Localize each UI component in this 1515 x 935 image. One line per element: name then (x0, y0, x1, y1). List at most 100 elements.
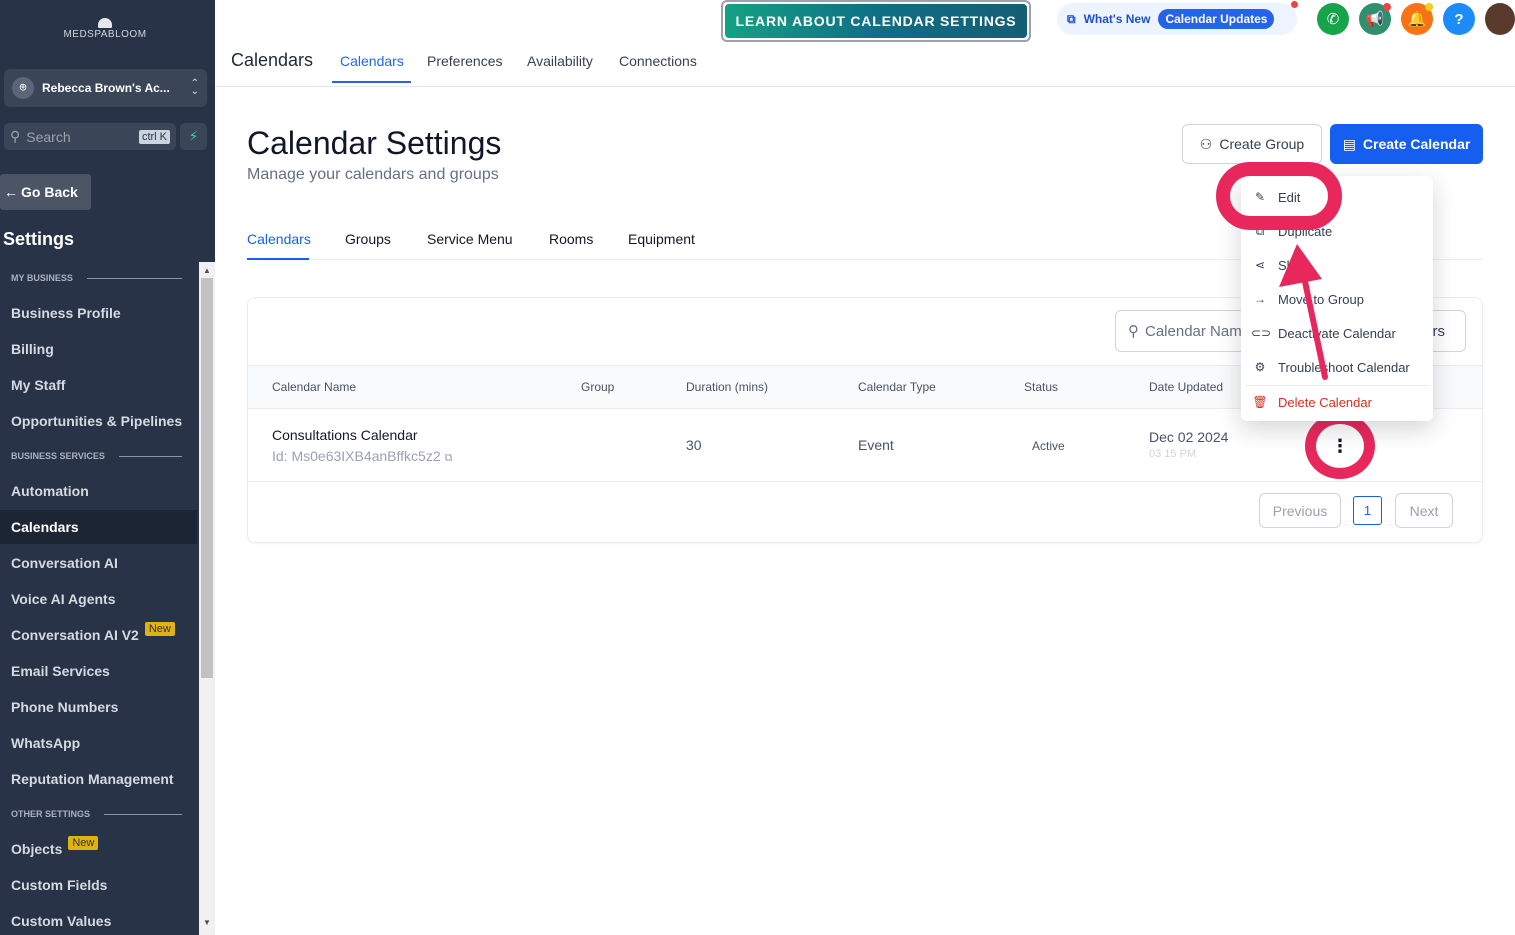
sidebar-item-custom-values[interactable]: Custom Values (0, 904, 197, 935)
announcement-icon: ⧉ (1067, 11, 1076, 26)
sidebar: MEDSPABLOOM ⌾ Rebecca Brown's Ac... ⌃ ⌄ ⚲… (0, 0, 215, 935)
sidebar-item-calendars[interactable]: Calendars (0, 510, 197, 544)
share-icon: ⋖ (1254, 258, 1266, 272)
learn-calendar-settings-button[interactable]: LEARN ABOUT CALENDAR SETTINGS (721, 0, 1031, 42)
brand-logo: MEDSPABLOOM (0, 18, 210, 40)
menu-item-move-to-group[interactable]: → Move to Group (1251, 289, 1364, 309)
megaphone-icon[interactable]: 📢 (1359, 3, 1391, 35)
calendar-id: Id: Ms0e63IXB4anBffkc5z2 ⧉ (272, 448, 453, 464)
date-updated-value: Dec 02 2024 (1149, 429, 1229, 445)
calendar-name-link[interactable]: Consultations Calendar (272, 427, 418, 443)
calendar-type-value: Event (858, 437, 894, 453)
time-updated-value: 03 15 PM (1149, 448, 1197, 460)
tab-calendars[interactable]: Calendars (340, 53, 404, 69)
menu-item-deactivate[interactable]: ⊂⊃ Deactivate Calendar (1251, 323, 1396, 343)
active-subtab-indicator (247, 258, 309, 260)
status-badge: Active (1032, 439, 1065, 453)
avatar[interactable] (1485, 3, 1515, 35)
kebab-highlight: ⋮ (1305, 413, 1375, 479)
active-tab-indicator (332, 81, 411, 83)
toggle-icon: ⊂⊃ (1251, 326, 1272, 340)
sidebar-item-email-services[interactable]: Email Services (0, 654, 197, 688)
help-icon[interactable]: ? (1443, 3, 1475, 35)
sidebar-item-whatsapp[interactable]: WhatsApp (0, 726, 197, 760)
sidebar-search-input[interactable]: ⚲ Search ctrl K (4, 123, 176, 150)
subtab-rooms[interactable]: Rooms (549, 231, 593, 247)
bell-icon[interactable]: 🔔 (1401, 3, 1433, 35)
sidebar-item-conversation-ai[interactable]: Conversation AI (0, 546, 197, 580)
sidebar-scrollbar[interactable]: ▲ ▼ (199, 262, 215, 935)
sidebar-item-my-staff[interactable]: My Staff (0, 368, 197, 402)
top-header: Calendars Calendars Preferences Availabi… (215, 0, 1515, 87)
row-divider (248, 481, 1482, 482)
search-icon: ⚲ (10, 128, 21, 144)
scroll-down-icon[interactable]: ▼ (203, 918, 211, 927)
subtab-calendars[interactable]: Calendars (247, 231, 311, 247)
duration-value: 30 (686, 437, 702, 453)
settings-heading: Settings (3, 229, 75, 249)
sidebar-item-objects[interactable]: Objects New (0, 832, 197, 866)
section-other-settings: OTHER SETTINGS (11, 809, 182, 819)
section-my-business: MY BUSINESS (11, 273, 182, 283)
edit-highlight-ring (1216, 162, 1342, 230)
arrow-left-icon: ← (4, 184, 18, 200)
go-back-button[interactable]: ← Go Back (0, 174, 91, 210)
new-badge: New (68, 836, 99, 850)
column-status: Status (1024, 380, 1059, 394)
location-icon: ⌾ (12, 77, 34, 99)
shortcut-hint: ctrl K (138, 129, 170, 144)
menu-item-troubleshoot[interactable]: ⚙ Troubleshoot Calendar (1251, 357, 1410, 377)
sidebar-item-voice-ai[interactable]: Voice AI Agents (0, 582, 197, 616)
menu-divider (1245, 385, 1429, 386)
search-icon: ⚲ (1128, 323, 1139, 340)
menu-item-delete[interactable]: 🗑 Delete Calendar (1251, 392, 1372, 412)
tab-connections[interactable]: Connections (619, 53, 697, 69)
sidebar-item-automation[interactable]: Automation (0, 474, 197, 508)
tab-preferences[interactable]: Preferences (427, 53, 502, 69)
trash-icon: 🗑 (1252, 395, 1268, 409)
next-page-button[interactable]: Next (1395, 493, 1453, 528)
subtab-equipment[interactable]: Equipment (628, 231, 695, 247)
page-heading: Calendar Settings (247, 125, 502, 161)
column-date-updated: Date Updated (1149, 380, 1224, 394)
subtab-groups[interactable]: Groups (345, 231, 391, 247)
sidebar-item-custom-fields[interactable]: Custom Fields (0, 868, 197, 902)
chevron-updown-icon: ⌃ ⌄ (190, 78, 199, 97)
create-group-button[interactable]: ⚇ Create Group (1182, 124, 1322, 164)
column-group: Group (581, 380, 615, 394)
calendar-updates-pill: Calendar Updates (1158, 9, 1275, 29)
sidebar-item-opportunities[interactable]: Opportunities & Pipelines (0, 404, 197, 438)
sidebar-item-phone-numbers[interactable]: Phone Numbers (0, 690, 197, 724)
create-calendar-button[interactable]: ▤ Create Calendar (1330, 124, 1483, 164)
notification-dot (1291, 1, 1298, 8)
menu-item-share[interactable]: ⋖ Sha (1251, 255, 1301, 275)
user-plus-icon: ⚇ (1199, 135, 1213, 152)
sidebar-item-reputation[interactable]: Reputation Management (0, 762, 197, 796)
account-switcher[interactable]: ⌾ Rebecca Brown's Ac... ⌃ ⌄ (4, 69, 207, 107)
column-duration: Duration (mins) (686, 380, 769, 394)
page-1-button[interactable]: 1 (1353, 496, 1382, 525)
subtab-service-menu[interactable]: Service Menu (427, 231, 513, 247)
sidebar-item-business-profile[interactable]: Business Profile (0, 296, 197, 330)
copy-icon[interactable]: ⧉ (445, 452, 453, 464)
scrollbar-thumb[interactable] (201, 278, 213, 678)
page-subtitle: Manage your calendars and groups (247, 166, 499, 183)
column-calendar-name: Calendar Name (272, 380, 357, 394)
sidebar-item-billing[interactable]: Billing (0, 332, 197, 366)
section-business-services: BUSINESS SERVICES (11, 451, 182, 461)
whats-new-button[interactable]: ⧉ What's New Calendar Updates (1057, 1, 1298, 35)
more-vertical-icon[interactable]: ⋮ (1316, 424, 1364, 468)
previous-page-button[interactable]: Previous (1259, 493, 1341, 528)
filters-button[interactable]: rs (1433, 323, 1446, 340)
quick-actions-bolt-icon[interactable]: ⚡ (180, 123, 207, 150)
arrow-right-icon: → (1254, 292, 1266, 306)
account-name: Rebecca Brown's Ac... (42, 81, 170, 95)
gear-icon: ⚙ (1254, 360, 1266, 374)
phone-icon[interactable]: ✆ (1317, 3, 1349, 35)
new-badge: New (144, 622, 175, 636)
tab-availability[interactable]: Availability (527, 53, 593, 69)
column-calendar-type: Calendar Type (858, 380, 936, 394)
sidebar-item-conversation-ai-v2[interactable]: Conversation AI V2 New (0, 618, 197, 652)
scroll-up-icon[interactable]: ▲ (203, 266, 211, 275)
calendar-icon: ▤ (1342, 135, 1356, 152)
